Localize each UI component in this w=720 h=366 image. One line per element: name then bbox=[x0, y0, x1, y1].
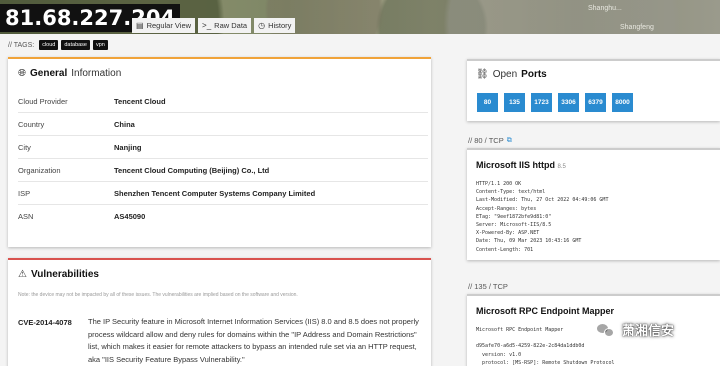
info-key: ASN bbox=[18, 212, 34, 221]
service-card-80: Microsoft IIS httpd 8.5 HTTP/1.1 200 OK … bbox=[467, 148, 720, 260]
map-place-label: Shangfeng bbox=[620, 24, 654, 31]
tags-label: // TAGS: bbox=[8, 41, 35, 49]
port-button[interactable]: 80 bbox=[477, 93, 498, 112]
cve-description: The IP Security feature in Microsoft Int… bbox=[88, 317, 419, 364]
service-title: Microsoft IIS httpd 8.5 bbox=[476, 160, 566, 170]
general-information-card: 🌐︎ General Information Cloud Provider Te… bbox=[8, 57, 431, 247]
info-table: Cloud Provider Tencent Cloud Country Chi… bbox=[18, 90, 428, 228]
info-key: ISP bbox=[18, 188, 31, 198]
info-key: City bbox=[18, 142, 31, 152]
tag-badge[interactable]: vpn bbox=[93, 40, 108, 50]
open-ports-card: ⛓ Open Ports 80 135 1723 3306 6379 8000 bbox=[467, 59, 720, 121]
tags-row: // TAGS: cloud database vpn bbox=[8, 40, 108, 50]
service-banner: Microsoft RPC Endpoint Mapper d95afe70-a… bbox=[476, 327, 615, 366]
port-button[interactable]: 6379 bbox=[585, 93, 606, 112]
cve-id[interactable]: CVE-2014-4078 bbox=[18, 318, 72, 327]
clock-icon: ◷ bbox=[258, 21, 266, 30]
port-button[interactable]: 3306 bbox=[558, 93, 579, 112]
document-icon: ▤ bbox=[136, 21, 144, 30]
external-link-icon[interactable]: ⧉ bbox=[507, 137, 512, 145]
tab-label: Raw Data bbox=[214, 21, 248, 30]
info-value: Tencent Cloud Computing (Beijing) Co., L… bbox=[114, 165, 270, 175]
info-value: Tencent Cloud bbox=[114, 96, 166, 106]
info-row: Organization Tencent Cloud Computing (Be… bbox=[18, 159, 428, 182]
service-card-135: Microsoft RPC Endpoint Mapper Microsoft … bbox=[467, 294, 720, 366]
warning-icon: ⚠ bbox=[18, 269, 27, 280]
info-row: ASN AS45090 bbox=[18, 205, 428, 228]
port-button[interactable]: 8000 bbox=[612, 93, 633, 112]
info-key: Cloud Provider bbox=[18, 96, 68, 106]
info-value: Nanjing bbox=[114, 142, 142, 152]
tab-history[interactable]: ◷ History bbox=[254, 18, 296, 33]
view-tabs: ▤ Regular View >_ Raw Data ◷ History bbox=[132, 18, 296, 33]
network-icon: ⛓ bbox=[476, 69, 489, 80]
tab-label: Regular View bbox=[146, 21, 192, 30]
card-title: ⛓ Open Ports bbox=[476, 69, 547, 80]
info-row: City Nanjing bbox=[18, 136, 428, 159]
info-row: ISP Shenzhen Tencent Computer Systems Co… bbox=[18, 182, 428, 205]
terminal-icon: >_ bbox=[202, 21, 212, 30]
map-place-label: Shanghu... bbox=[588, 5, 622, 12]
tab-label: History bbox=[268, 21, 292, 30]
info-key: Organization bbox=[18, 165, 61, 175]
port-list: 80 135 1723 3306 6379 8000 bbox=[477, 93, 633, 112]
vulnerabilities-card: ⚠ Vulnerabilities Note: the device may n… bbox=[8, 258, 431, 366]
service-port-label: // 135 / TCP bbox=[468, 282, 508, 291]
port-button[interactable]: 135 bbox=[504, 93, 525, 112]
info-value: Shenzhen Tencent Computer Systems Compan… bbox=[114, 188, 316, 198]
service-title: Microsoft RPC Endpoint Mapper bbox=[476, 306, 614, 316]
port-button[interactable]: 1723 bbox=[531, 93, 552, 112]
watermark: 萧湘信安 bbox=[596, 320, 674, 339]
info-key: Country bbox=[18, 119, 45, 129]
tab-regular-view[interactable]: ▤ Regular View bbox=[132, 18, 196, 33]
wechat-icon bbox=[596, 321, 616, 339]
service-banner: HTTP/1.1 200 OK Content-Type: text/html … bbox=[476, 181, 609, 253]
globe-icon: 🌐︎ bbox=[18, 68, 26, 79]
info-row: Cloud Provider Tencent Cloud bbox=[18, 90, 428, 113]
info-row: Country China bbox=[18, 113, 428, 136]
tab-raw-data[interactable]: >_ Raw Data bbox=[198, 18, 252, 33]
tag-badge[interactable]: database bbox=[61, 40, 90, 50]
info-value[interactable]: AS45090 bbox=[114, 212, 145, 221]
service-version: 8.5 bbox=[557, 164, 566, 170]
vulnerability-note: Note: the device may not be impacted by … bbox=[18, 292, 298, 298]
card-title: ⚠ Vulnerabilities bbox=[18, 269, 99, 280]
info-value: China bbox=[114, 119, 135, 129]
card-title: 🌐︎ General Information bbox=[18, 68, 122, 79]
service-port-label: // 80 / TCP ⧉ bbox=[468, 136, 512, 145]
tag-badge[interactable]: cloud bbox=[39, 40, 59, 50]
